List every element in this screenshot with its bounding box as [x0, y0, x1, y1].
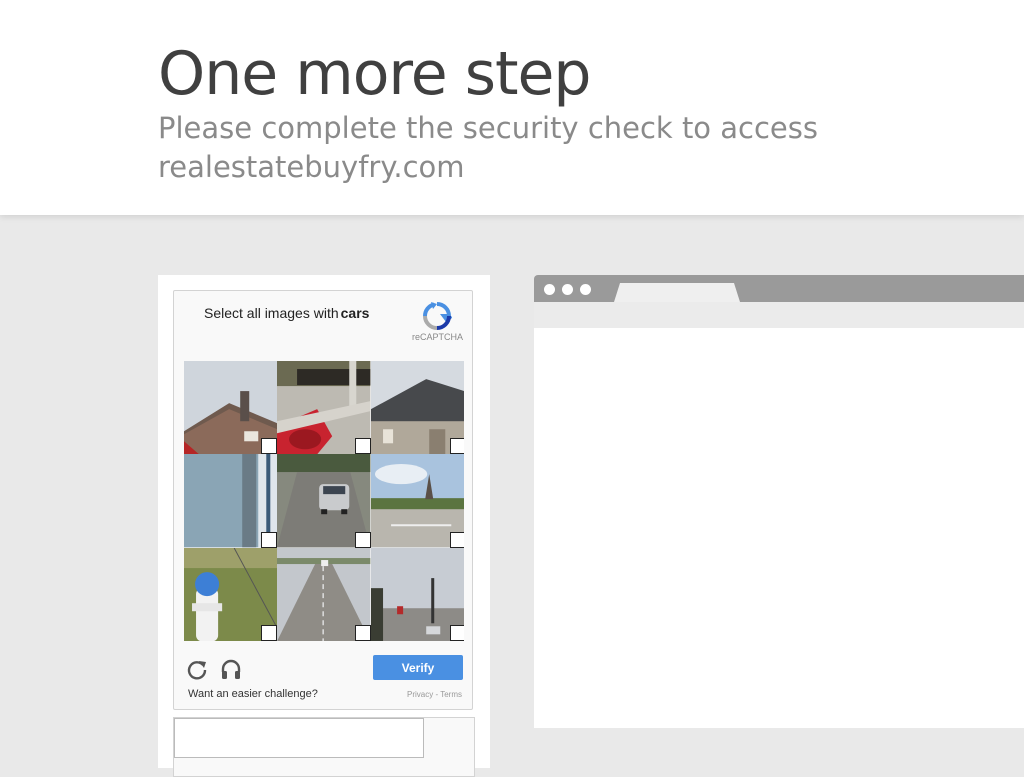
- recaptcha-logo-icon: [423, 302, 452, 330]
- image-tile-4[interactable]: [184, 454, 278, 548]
- image-tile-3[interactable]: [370, 361, 464, 455]
- legal-links: Privacy - Terms: [407, 690, 462, 699]
- image-tile-6[interactable]: [370, 454, 464, 548]
- terms-link[interactable]: Terms: [440, 690, 462, 699]
- prompt-target: cars: [340, 305, 370, 321]
- image-grid: [184, 361, 464, 641]
- easier-challenge-link[interactable]: Want an easier challenge?: [188, 688, 318, 700]
- tile-checkbox: [354, 625, 371, 641]
- image-tile-1[interactable]: [184, 361, 278, 455]
- page-header: One more step Please complete the securi…: [0, 0, 1024, 215]
- browser-title-bar: [534, 275, 1024, 302]
- browser-content: [534, 328, 1024, 728]
- tile-checkbox: [450, 625, 464, 641]
- window-dot-icon: [544, 284, 555, 295]
- image-tile-2[interactable]: [277, 361, 371, 455]
- page-title: One more step: [158, 39, 592, 109]
- challenge-prompt: Select all images with cars: [204, 305, 369, 321]
- privacy-link[interactable]: Privacy: [407, 690, 433, 699]
- tile-checkbox: [450, 531, 464, 548]
- captcha-response-area: [173, 717, 475, 777]
- browser-illustration: [534, 275, 1024, 728]
- browser-toolbar: [534, 302, 1024, 328]
- browser-tab: [614, 283, 740, 302]
- captcha-response-field[interactable]: [174, 718, 424, 758]
- tile-checkbox: [450, 438, 464, 455]
- captcha-panel: Select all images with cars reCAPTCHA Ve…: [158, 275, 490, 777]
- image-tile-5[interactable]: [277, 454, 371, 548]
- image-tile-9[interactable]: [370, 547, 464, 641]
- prompt-text: Select all images with: [204, 305, 339, 321]
- headphones-icon[interactable]: [220, 658, 242, 680]
- recaptcha-challenge: Select all images with cars reCAPTCHA Ve…: [173, 290, 473, 710]
- tile-checkbox: [261, 625, 278, 641]
- tile-checkbox: [354, 438, 371, 455]
- image-tile-8[interactable]: [277, 547, 371, 641]
- image-tile-7[interactable]: [184, 547, 278, 641]
- tile-checkbox: [354, 531, 371, 548]
- page-subtitle: Please complete the security check to ac…: [158, 111, 818, 184]
- window-dot-icon: [580, 284, 591, 295]
- recaptcha-brand-label: reCAPTCHA: [412, 332, 464, 342]
- verify-button[interactable]: Verify: [373, 655, 463, 680]
- reload-icon[interactable]: [186, 659, 208, 681]
- tile-checkbox: [261, 531, 278, 548]
- window-dot-icon: [562, 284, 573, 295]
- tile-checkbox: [261, 438, 278, 455]
